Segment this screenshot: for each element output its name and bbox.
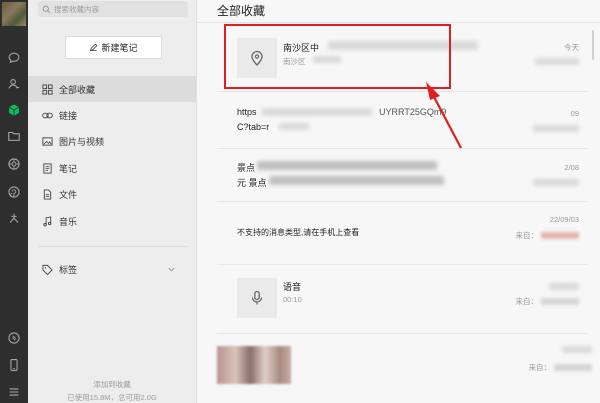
redacted-source [535, 58, 579, 65]
voice-duration: 00:10 [283, 295, 302, 304]
link-url-line2: C?tab=r [237, 122, 270, 132]
link-url-tail: UYRRT25GQm9 [379, 107, 447, 117]
redacted-source [554, 364, 592, 371]
grid-icon [42, 83, 53, 95]
redacted-source [533, 179, 579, 186]
nav-item-links[interactable]: 链接 [28, 102, 196, 128]
nav-item-images-videos[interactable]: 图片与视频 [28, 128, 196, 154]
image-icon [42, 136, 53, 146]
redacted-text [257, 161, 437, 170]
music-icon [43, 215, 52, 226]
nav-item-music[interactable]: 音乐 [28, 208, 196, 234]
source-prefix: 来自： [515, 297, 539, 306]
nav-item-label: 全部收藏 [59, 84, 96, 95]
scrollbar[interactable] [592, 30, 594, 60]
divider [38, 246, 188, 247]
item-date: 22/09/03 [549, 215, 579, 224]
nav-item-notes[interactable]: 笔记 [28, 155, 196, 181]
item-source: 来自： [515, 296, 579, 307]
storage-usage: 已使用15.8M，总可用2.0G [67, 393, 157, 402]
app-sidebar [0, 0, 28, 403]
item-text: 不支持的消息类型,请在手机上查看 [237, 228, 360, 237]
item-date: 今天 [564, 43, 579, 52]
redacted-text [279, 123, 309, 130]
folder-icon[interactable] [6, 128, 22, 144]
redacted-source [541, 298, 579, 305]
avatar[interactable] [2, 2, 26, 26]
image-thumbnail[interactable] [217, 346, 291, 384]
link-icon [42, 112, 53, 118]
favorite-item-text[interactable]: 景点 元 景点 2/08 [217, 150, 587, 202]
miniprogram-icon[interactable] [6, 184, 22, 200]
contacts-icon[interactable] [6, 76, 22, 92]
tag-icon [42, 264, 53, 275]
redacted-date [562, 346, 592, 353]
note-icon [43, 162, 52, 174]
voice-thumbnail [237, 278, 277, 318]
miniprogram-panel-icon[interactable] [6, 330, 22, 346]
favorites-icon[interactable] [6, 102, 22, 118]
redacted-source [533, 125, 579, 132]
pencil-icon [90, 43, 98, 52]
favorites-nav: 搜索收藏内容 新建笔记 全部收藏 链接 图片与视频 笔记 文件 音乐 标签 添加… [28, 0, 197, 403]
item-source: 来自： [515, 230, 579, 241]
nav-item-files[interactable]: 文件 [28, 181, 196, 207]
divider [197, 22, 600, 23]
favorite-item-unsupported[interactable]: 不支持的消息类型,请在手机上查看 22/09/03 来自： [217, 203, 587, 265]
nav-item-tags[interactable]: 标签 [28, 256, 196, 282]
nav-item-label: 笔记 [59, 163, 78, 174]
nav-item-all-favorites[interactable]: 全部收藏 [28, 76, 196, 102]
search-box[interactable]: 搜索收藏内容 [38, 1, 188, 17]
item-text-line1: 景点 [237, 163, 256, 173]
highlight-box [224, 24, 451, 89]
nav-item-label: 链接 [59, 110, 78, 121]
favorite-item-link[interactable]: https UYRRT25GQm9 C?tab=r 09 [217, 93, 587, 149]
item-date: 09 [570, 109, 579, 118]
redacted-text [262, 108, 372, 116]
redacted-text [269, 176, 444, 185]
file-icon [43, 188, 52, 200]
nav-item-label: 文件 [59, 189, 78, 200]
source-prefix: 来自： [515, 231, 539, 240]
microphone-icon [251, 290, 263, 305]
item-text-line2: 元 景点 [237, 178, 267, 188]
nav-item-label: 音乐 [59, 216, 78, 227]
new-note-button[interactable]: 新建笔记 [65, 36, 162, 59]
nav-item-label: 图片与视频 [59, 136, 105, 147]
search-input[interactable]: 搜索收藏内容 [54, 4, 99, 15]
favorite-item-voice[interactable]: 语音 00:10 来自： [217, 266, 587, 334]
source-prefix: 来自： [528, 363, 552, 372]
page-title: 全部收藏 [217, 4, 266, 18]
link-url-start: https [237, 107, 257, 117]
chevron-down-icon[interactable] [167, 265, 176, 274]
redacted-date [549, 283, 579, 290]
item-title: 语音 [283, 282, 302, 292]
moments-icon[interactable] [6, 156, 22, 172]
item-date: 2/08 [564, 163, 579, 172]
nav-item-label: 标签 [59, 264, 78, 275]
item-source: 来自： [528, 362, 592, 373]
menu-icon[interactable] [6, 384, 22, 400]
discover-icon[interactable] [6, 211, 22, 227]
chat-icon[interactable] [6, 50, 22, 66]
phone-icon[interactable] [6, 357, 22, 373]
search-icon [42, 5, 51, 13]
redacted-source [541, 232, 579, 239]
new-note-label: 新建笔记 [101, 43, 138, 53]
storage-caption: 添加到收藏 [93, 380, 131, 389]
